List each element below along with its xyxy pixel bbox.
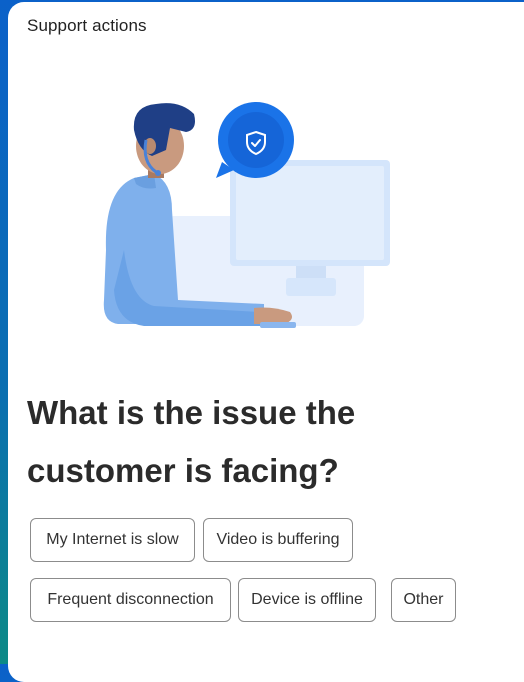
card-title: Support actions	[27, 16, 147, 35]
option-other[interactable]: Other	[391, 578, 456, 622]
option-video-buffering[interactable]: Video is buffering	[203, 518, 353, 562]
support-actions-card: Support actions What is the issue the cu…	[8, 2, 524, 682]
issue-question: What is the issue the customer is facing…	[27, 384, 447, 500]
option-device-offline[interactable]: Device is offline	[238, 578, 376, 622]
question-line-2: customer is facing?	[27, 452, 339, 489]
option-frequent-disconnection[interactable]: Frequent disconnection	[30, 578, 231, 622]
shield-check-icon	[246, 130, 266, 156]
option-internet-slow[interactable]: My Internet is slow	[30, 518, 195, 562]
question-line-1: What is the issue the	[27, 394, 356, 431]
